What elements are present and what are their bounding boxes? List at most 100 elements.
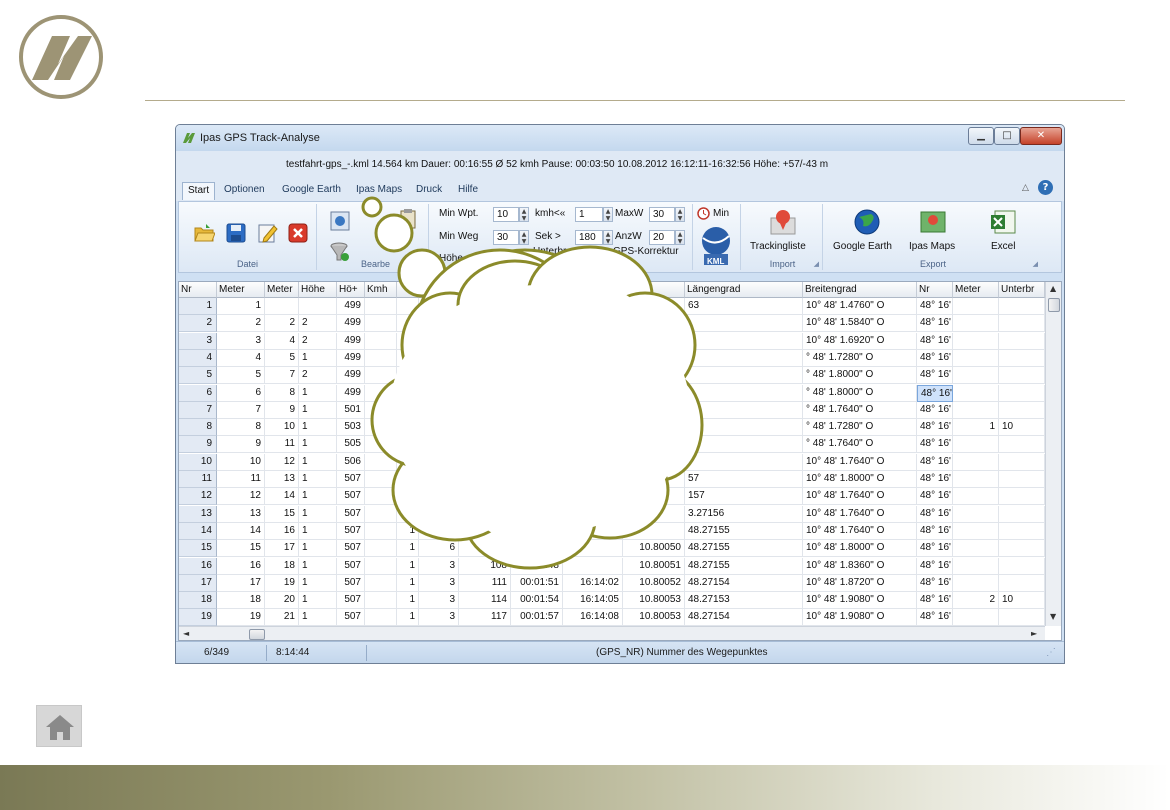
table-cell[interactable] bbox=[953, 488, 999, 506]
table-cell[interactable]: 1 bbox=[397, 540, 419, 558]
table-cell[interactable]: 15 bbox=[217, 540, 265, 558]
table-cell[interactable]: 3 bbox=[217, 332, 265, 350]
sek-spinner[interactable]: ▲ ▼ bbox=[603, 230, 613, 245]
table-cell[interactable]: 3 bbox=[419, 574, 459, 592]
table-cell[interactable]: 8 bbox=[217, 419, 265, 437]
anzw-spinner[interactable]: ▲ ▼ bbox=[675, 230, 685, 245]
table-cell[interactable]: 7 bbox=[217, 401, 265, 419]
table-cell[interactable] bbox=[511, 453, 563, 471]
table-cell[interactable] bbox=[419, 505, 459, 523]
tab-start[interactable]: Start bbox=[182, 182, 216, 200]
table-cell[interactable] bbox=[397, 471, 419, 488]
table-cell[interactable] bbox=[563, 401, 623, 419]
table-cell[interactable]: 48° 16' 17.7240" N bbox=[917, 401, 953, 419]
table-cell[interactable] bbox=[685, 349, 803, 367]
paste-icon[interactable] bbox=[397, 208, 419, 230]
table-cell[interactable]: 48° 16' 17.6520" N bbox=[917, 453, 953, 471]
table-cell[interactable]: 499 bbox=[337, 332, 365, 350]
table-cell[interactable] bbox=[511, 419, 563, 437]
table-cell[interactable]: 48° 16' 17.6880" N bbox=[917, 436, 953, 454]
table-cell[interactable] bbox=[459, 315, 511, 333]
table-cell[interactable] bbox=[397, 436, 419, 454]
table-cell[interactable] bbox=[623, 453, 685, 471]
table-cell[interactable]: 10.80052 bbox=[623, 574, 685, 592]
column-header[interactable]: Höhe bbox=[299, 282, 337, 298]
column-header[interactable]: Breitengrad bbox=[803, 282, 917, 298]
table-cell[interactable] bbox=[511, 505, 563, 523]
table-cell[interactable]: 1 bbox=[299, 384, 337, 402]
table-cell[interactable]: 16:14:02 bbox=[563, 574, 623, 592]
table-cell[interactable]: 48° 16' 17.5800" N bbox=[917, 522, 953, 540]
maxw-spinner[interactable]: ▲ ▼ bbox=[675, 207, 685, 222]
table-cell[interactable] bbox=[459, 332, 511, 350]
table-cell[interactable] bbox=[511, 540, 563, 558]
table-cell[interactable]: 1 bbox=[953, 419, 999, 437]
column-header[interactable]: Zeit bbox=[459, 282, 511, 298]
table-cell[interactable] bbox=[397, 505, 419, 523]
table-cell[interactable]: 10° 48' 1.8720" O bbox=[803, 574, 917, 592]
table-cell[interactable]: 114 bbox=[459, 592, 511, 610]
row-header[interactable]: 15 bbox=[179, 540, 217, 558]
table-cell[interactable] bbox=[685, 315, 803, 333]
table-cell[interactable] bbox=[563, 332, 623, 350]
kmh-spinner[interactable]: ▲ ▼ bbox=[603, 207, 613, 222]
table-cell[interactable]: 1 bbox=[299, 574, 337, 592]
table-cell[interactable] bbox=[397, 401, 419, 419]
table-cell[interactable] bbox=[953, 453, 999, 471]
table-cell[interactable] bbox=[419, 471, 459, 488]
table-cell[interactable] bbox=[623, 384, 685, 402]
table-cell[interactable]: 8 bbox=[265, 384, 299, 402]
column-header[interactable]: Meter bbox=[217, 282, 265, 298]
table-cell[interactable] bbox=[459, 367, 511, 385]
table-cell[interactable] bbox=[623, 349, 685, 367]
table-cell[interactable]: 1 bbox=[299, 419, 337, 437]
table-cell[interactable]: 499 bbox=[337, 367, 365, 385]
table-cell[interactable]: ° 48' 1.8000" O bbox=[803, 384, 917, 402]
resize-grip-icon[interactable]: ⋰ bbox=[1046, 647, 1056, 658]
table-cell[interactable] bbox=[419, 419, 459, 437]
table-cell[interactable] bbox=[563, 384, 623, 402]
row-header[interactable]: 14 bbox=[179, 522, 217, 540]
row-header[interactable]: 2 bbox=[179, 315, 217, 333]
table-cell[interactable] bbox=[563, 522, 623, 540]
table-cell[interactable]: 9 bbox=[217, 436, 265, 454]
table-cell[interactable] bbox=[953, 367, 999, 385]
table-cell[interactable] bbox=[999, 609, 1045, 627]
row-header[interactable]: 4 bbox=[179, 349, 217, 367]
table-cell[interactable] bbox=[999, 367, 1045, 385]
table-cell[interactable]: 1 bbox=[397, 349, 419, 367]
table-cell[interactable]: 00:01:51 bbox=[511, 574, 563, 592]
table-cell[interactable] bbox=[685, 401, 803, 419]
tab-google-earth[interactable]: Google Earth bbox=[282, 184, 341, 195]
table-cell[interactable]: 10° 48' 1.9080" O bbox=[803, 592, 917, 610]
table-cell[interactable] bbox=[953, 557, 999, 575]
table-cell[interactable] bbox=[953, 574, 999, 592]
pin-icon[interactable] bbox=[769, 208, 797, 236]
table-cell[interactable]: 16:14:05 bbox=[563, 592, 623, 610]
table-cell[interactable] bbox=[419, 367, 459, 385]
table-cell[interactable] bbox=[511, 298, 563, 315]
table-cell[interactable]: 6 bbox=[365, 436, 397, 454]
table-cell[interactable] bbox=[365, 298, 397, 315]
table-cell[interactable] bbox=[953, 332, 999, 350]
table-cell[interactable]: 48° 16' 17.7240" N bbox=[917, 419, 953, 437]
row-header[interactable]: 18 bbox=[179, 592, 217, 610]
table-cell[interactable] bbox=[365, 332, 397, 350]
column-header[interactable]: Nr bbox=[917, 282, 953, 298]
row-header[interactable]: 5 bbox=[179, 367, 217, 385]
table-cell[interactable]: 1 bbox=[299, 453, 337, 471]
table-cell[interactable]: 507 bbox=[337, 488, 365, 506]
table-cell[interactable] bbox=[563, 419, 623, 437]
row-header[interactable]: 3 bbox=[179, 332, 217, 350]
column-header[interactable]: Unterbr bbox=[999, 282, 1045, 298]
row-header[interactable]: 16 bbox=[179, 557, 217, 575]
table-cell[interactable]: 48° 16' 17.7960" N bbox=[917, 349, 953, 367]
table-cell[interactable] bbox=[397, 419, 419, 437]
table-cell[interactable]: 507 bbox=[337, 540, 365, 558]
table-cell[interactable]: 2 bbox=[397, 332, 419, 350]
table-cell[interactable] bbox=[953, 315, 999, 333]
tab-hilfe[interactable]: Hilfe bbox=[458, 184, 478, 195]
table-cell[interactable]: 1 bbox=[299, 592, 337, 610]
table-cell[interactable] bbox=[365, 453, 397, 471]
table-cell[interactable]: 48° 16' 17.5440" N bbox=[917, 574, 953, 592]
